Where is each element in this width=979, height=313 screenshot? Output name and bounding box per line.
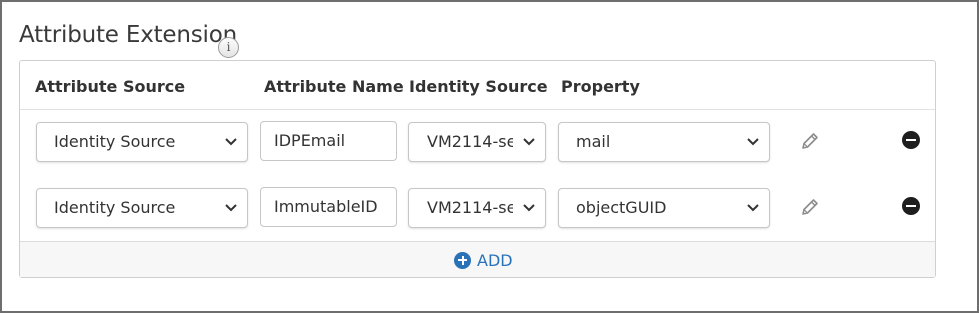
identity-source-select[interactable]: VM2114-sec <box>408 188 546 228</box>
attribute-name-input[interactable]: IDPEmail <box>260 121 397 161</box>
attribute-source-select[interactable]: Identity Source <box>36 122 248 162</box>
attribute-source-select[interactable]: Identity Source <box>36 188 248 228</box>
header-attribute-name: Attribute Name <box>264 77 404 96</box>
pencil-icon[interactable] <box>799 196 821 218</box>
header-identity-source: Identity Source <box>409 77 548 96</box>
property-value: objectGUID <box>576 198 667 217</box>
attribute-source-value: Identity Source <box>54 132 176 151</box>
attribute-name-input[interactable]: ImmutableID <box>260 187 397 227</box>
plus-circle-icon <box>454 251 471 269</box>
add-label: ADD <box>477 250 513 270</box>
identity-source-value: VM2114-sec <box>427 198 513 217</box>
remove-circle-icon[interactable] <box>902 197 920 215</box>
property-select[interactable]: mail <box>558 122 770 162</box>
pencil-icon[interactable] <box>799 130 821 152</box>
chevron-down-icon <box>747 123 761 161</box>
property-value: mail <box>576 132 611 151</box>
attribute-extension-frame: Attribute Extension i Attribute Source A… <box>0 0 979 313</box>
chevron-down-icon <box>225 189 239 227</box>
table-footer: ADD <box>20 241 935 277</box>
remove-circle-icon[interactable] <box>902 131 920 149</box>
header-divider <box>20 109 935 110</box>
chevron-down-icon <box>523 189 537 227</box>
header-attribute-source: Attribute Source <box>35 77 186 96</box>
property-select[interactable]: objectGUID <box>558 188 770 228</box>
section-title: Attribute Extension <box>19 22 237 48</box>
chevron-down-icon <box>523 123 537 161</box>
attribute-table: Attribute Source Attribute Name Identity… <box>19 60 936 278</box>
add-button[interactable]: ADD <box>454 250 513 270</box>
identity-source-value: VM2114-sec <box>427 132 513 151</box>
info-icon[interactable]: i <box>218 37 239 58</box>
attribute-source-value: Identity Source <box>54 198 176 217</box>
chevron-down-icon <box>747 189 761 227</box>
identity-source-select[interactable]: VM2114-sec <box>408 122 546 162</box>
chevron-down-icon <box>225 123 239 161</box>
header-property: Property <box>561 77 640 96</box>
